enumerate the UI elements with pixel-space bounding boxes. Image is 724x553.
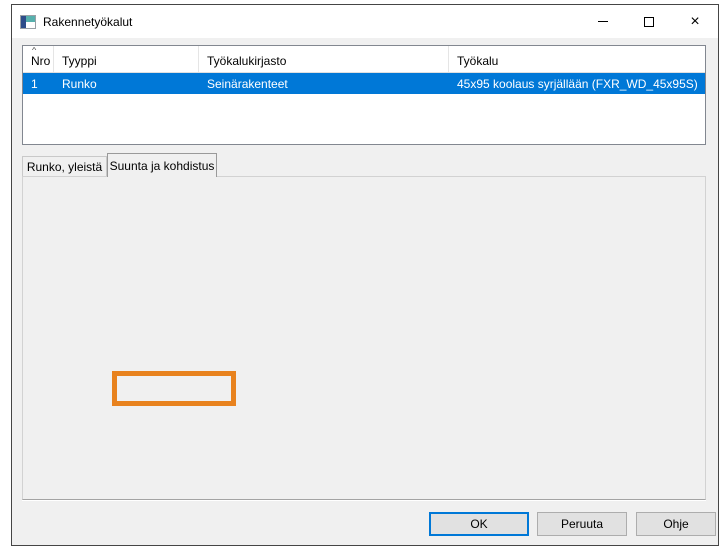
column-header-label: Työkalu [457, 54, 498, 68]
maximize-button[interactable] [626, 5, 672, 38]
tab-label: Runko, yleistä [27, 160, 102, 174]
cell-tyokalu: 45x95 koolaus syrjällään (FXR_WD_45x95S) [449, 77, 705, 91]
column-header-tyokalu[interactable]: Työkalu [449, 46, 705, 72]
window-title: Rakennetyökalut [43, 15, 132, 29]
cell-tyyppi: Runko [54, 77, 199, 91]
tab-page-suunta-ja-kohdistus [22, 176, 706, 500]
column-header-tyyppi[interactable]: Tyyppi [54, 46, 199, 72]
app-icon [20, 15, 36, 29]
column-header-nro[interactable]: ^ Nro [23, 46, 54, 72]
table-row-selected[interactable]: 1 Runko Seinärakenteet 45x95 koolaus syr… [23, 73, 705, 94]
help-button-label: Ohje [663, 517, 688, 531]
column-header-tyokalukirjasto[interactable]: Työkalukirjasto [199, 46, 449, 72]
tab-runko-yleista[interactable]: Runko, yleistä [22, 156, 107, 176]
dialog-rakennetyokalut: Rakennetyökalut × ^ Nro Tyyppi Työkaluki [11, 4, 719, 546]
column-header-label: Työkalukirjasto [207, 54, 286, 68]
cell-tyokalukirjasto: Seinärakenteet [199, 77, 449, 91]
cancel-button-label: Peruuta [561, 517, 603, 531]
ok-button[interactable]: OK [429, 512, 529, 536]
sort-ascending-icon: ^ [32, 46, 36, 54]
tool-list-header: ^ Nro Tyyppi Työkalukirjasto Työkalu [23, 46, 705, 73]
titlebar[interactable]: Rakennetyökalut × [12, 5, 718, 38]
maximize-icon [644, 17, 654, 27]
cell-nro: 1 [23, 77, 54, 91]
tool-list: ^ Nro Tyyppi Työkalukirjasto Työkalu 1 R… [22, 45, 706, 145]
close-button[interactable]: × [672, 5, 718, 38]
ok-button-label: OK [470, 517, 487, 531]
minimize-button[interactable] [580, 5, 626, 38]
column-header-label: Nro [31, 54, 50, 68]
column-header-label: Tyyppi [62, 54, 97, 68]
tab-label: Suunta ja kohdistus [110, 159, 215, 173]
cancel-button[interactable]: Peruuta [537, 512, 627, 536]
tab-suunta-ja-kohdistus[interactable]: Suunta ja kohdistus [107, 153, 217, 177]
help-button[interactable]: Ohje [636, 512, 716, 536]
close-icon: × [690, 17, 699, 27]
caption-buttons: × [580, 5, 718, 38]
minimize-icon [598, 21, 608, 22]
